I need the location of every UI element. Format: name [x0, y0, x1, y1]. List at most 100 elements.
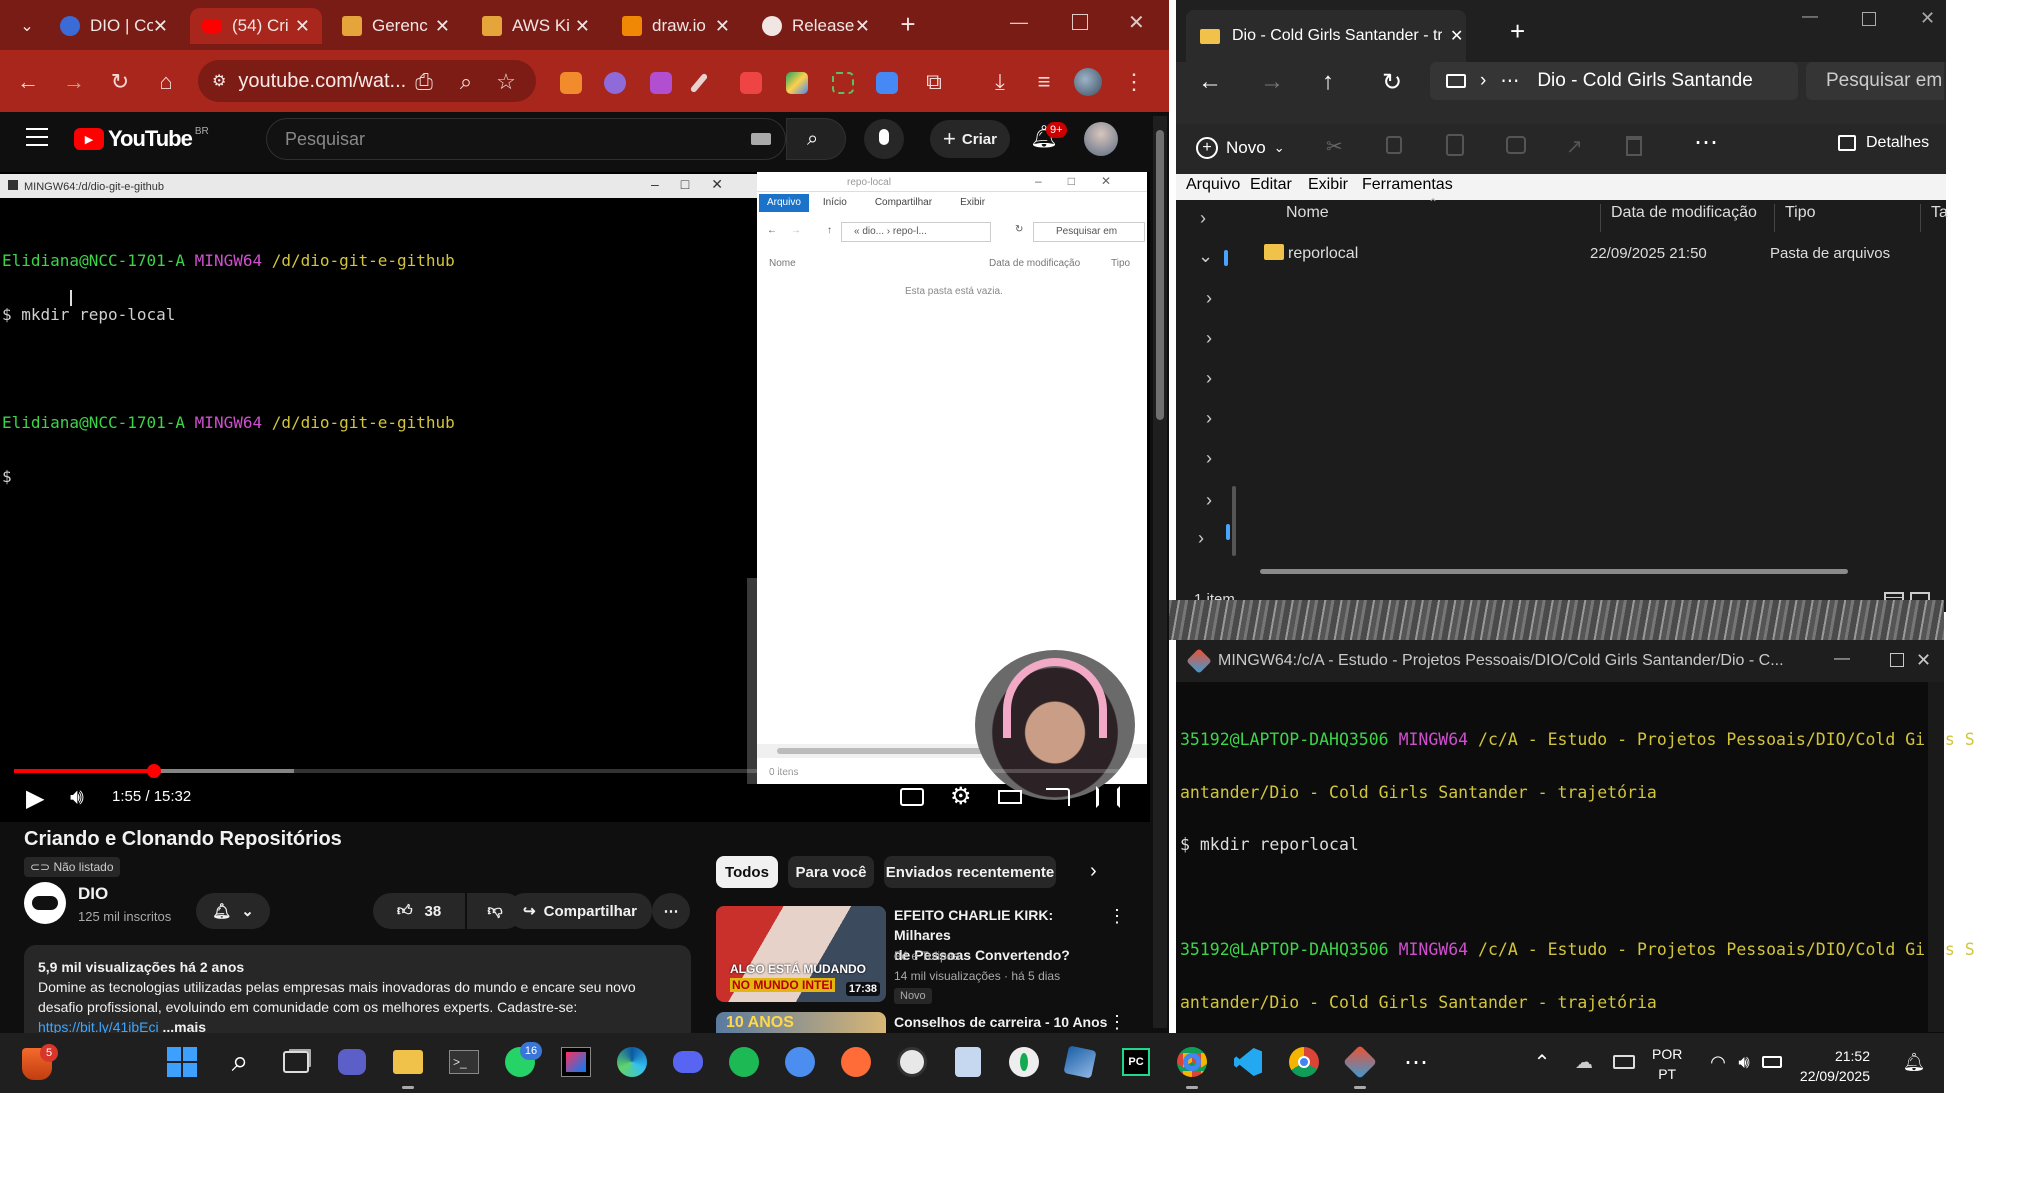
theater-mode-icon[interactable] [998, 790, 1022, 804]
chrome-menu-icon[interactable]: ⋮ [1120, 68, 1148, 96]
column-header-date[interactable]: Data de modificação [1600, 204, 1757, 232]
close-tab-icon[interactable]: ✕ [1450, 26, 1463, 46]
tab-aws-console[interactable]: Gerenc ✕ [330, 8, 462, 44]
site-info-icon[interactable]: ⚙ [212, 71, 226, 91]
media-control-icon[interactable]: ≡ [1030, 68, 1058, 96]
bookmark-star-icon[interactable]: ☆ [492, 68, 520, 96]
tab-search-button[interactable]: ⌄ [14, 14, 40, 40]
share-button[interactable]: ↪ Compartilhar [508, 893, 652, 929]
tab-youtube[interactable]: (54) Cri ✕ [190, 8, 322, 44]
onedrive-offline-icon[interactable]: ☁ [1566, 1044, 1602, 1080]
volume-icon[interactable]: 🔊︎ [70, 784, 84, 810]
share-icon[interactable]: ↗ [1566, 134, 1583, 159]
file-explorer-icon[interactable] [390, 1044, 426, 1080]
new-tab-button[interactable]: + [894, 10, 922, 38]
navigation-pane[interactable]: › ⌄ › › › › › › › [1176, 200, 1236, 590]
extension-icon[interactable] [650, 72, 672, 94]
cast-icon[interactable] [1046, 788, 1070, 806]
profile-avatar[interactable] [1074, 68, 1102, 96]
back-arrow-icon[interactable]: ← [1198, 68, 1222, 96]
ribbon-tab-home[interactable]: Início [809, 194, 861, 212]
explorer-search-box[interactable]: Pesquisar em D [1806, 62, 1944, 100]
close-tab-icon[interactable]: ✕ [295, 16, 310, 37]
column-header-name[interactable]: Nome [1286, 204, 1329, 222]
edge-icon[interactable] [614, 1044, 650, 1080]
channel-avatar[interactable] [24, 882, 66, 924]
virtualbox-icon[interactable] [1062, 1044, 1098, 1080]
play-button[interactable]: ▶ [26, 784, 44, 813]
address-bar[interactable]: ⚙ youtube.com/wat... [198, 60, 536, 102]
chip-recently-uploaded[interactable]: Enviados recentemente [884, 856, 1056, 888]
details-pane-button[interactable]: Detalhes [1838, 134, 1929, 152]
overflow-dots-icon[interactable]: ⋯ [1500, 70, 1519, 93]
new-item-button[interactable]: + Novo ⌄ [1196, 130, 1285, 166]
ribbon-tab-view[interactable]: Exibir [946, 194, 999, 212]
recommendation-menu-icon[interactable]: ⋮ [1108, 1012, 1126, 1033]
explorer-address-bar[interactable]: › ⋯ Dio - Cold Girls Santande [1430, 62, 1798, 100]
screenshot-icon[interactable] [832, 72, 854, 94]
task-view-icon[interactable] [278, 1044, 314, 1080]
google-drive-icon[interactable] [786, 72, 808, 94]
home-icon[interactable]: ⌂ [152, 68, 180, 96]
back-arrow-icon[interactable]: ← [14, 68, 42, 96]
menu-file[interactable]: Arquivo [1186, 176, 1240, 194]
close-tab-icon[interactable]: ✕ [435, 16, 450, 37]
recommendation-thumbnail[interactable]: 10 ANOS [716, 1012, 886, 1033]
download-icon[interactable]: ⤓ [986, 68, 1014, 96]
minimize-button[interactable]: — [1010, 12, 1028, 33]
close-window-button[interactable]: ✕ [1128, 10, 1145, 35]
menu-edit[interactable]: Editar [1250, 176, 1292, 194]
game-icon[interactable] [894, 1044, 930, 1080]
like-button[interactable]: 👍︎ 38 [373, 893, 465, 929]
fullscreen-icon[interactable] [1096, 786, 1120, 808]
chip-for-you[interactable]: Para você [788, 856, 874, 888]
page-scrollbar[interactable] [1153, 116, 1167, 1028]
explorer-tab[interactable]: Dio - Cold Girls Santander - tra ✕ [1186, 10, 1466, 62]
intellij-icon[interactable] [558, 1044, 594, 1080]
zoom-icon[interactable]: ⌕ [452, 68, 480, 96]
up-arrow-icon[interactable]: ↑ [827, 225, 832, 236]
close-tab-icon[interactable]: ✕ [153, 16, 168, 37]
reload-icon[interactable]: ↻ [106, 68, 134, 96]
notification-bell-icon[interactable]: 🔔︎ [1896, 1044, 1932, 1080]
forward-arrow-icon[interactable]: → [1260, 68, 1284, 96]
clock[interactable]: 21:52 22/09/2025 [1790, 1046, 1870, 1086]
close-tab-icon[interactable]: ✕ [855, 16, 870, 37]
language-indicator[interactable]: POR PT [1652, 1044, 1682, 1084]
voice-search-button[interactable] [864, 119, 904, 159]
ribbon-tab-file[interactable]: Arquivo [759, 194, 809, 212]
search-icon[interactable]: ⌕ [222, 1044, 258, 1080]
video-progress-scrubber[interactable] [147, 764, 161, 778]
file-row[interactable]: reporlocal 22/09/2025 21:50 Pasta de arq… [1246, 238, 1944, 270]
teams-icon[interactable] [782, 1044, 818, 1080]
translate-icon[interactable] [876, 72, 898, 94]
more-actions-button[interactable]: ⋯ [652, 893, 690, 929]
recommendation-thumbnail[interactable]: ALGO ESTÁ MUDANDO NO MUNDO INTEI 17:38 [716, 906, 886, 1002]
maximize-button[interactable] [1890, 653, 1904, 667]
mongodb-icon[interactable] [1006, 1044, 1042, 1080]
chrome-profile-icon[interactable] [1174, 1044, 1210, 1080]
terminal-icon[interactable]: >_ [446, 1044, 482, 1080]
new-tab-button[interactable]: + [1510, 16, 1525, 47]
column-header-type[interactable]: Tipo [1774, 204, 1816, 232]
extension-icon[interactable] [740, 72, 762, 94]
chrome-icon[interactable] [1286, 1044, 1322, 1080]
delete-trash-icon[interactable] [1626, 136, 1642, 156]
taskbar-overflow-icon[interactable]: ⋯ [1398, 1044, 1434, 1080]
hamburger-menu-icon[interactable] [26, 128, 48, 146]
copy-icon[interactable] [1386, 136, 1402, 154]
recommendation-title[interactable]: Conselhos de carreira - 10 Anos [894, 1014, 1107, 1030]
extension-icon[interactable] [560, 72, 582, 94]
close-tab-icon[interactable]: ✕ [575, 16, 590, 37]
show-hidden-icons-chevron[interactable]: ⌃ [1524, 1044, 1560, 1080]
minimize-button[interactable]: — [1802, 8, 1818, 26]
database-icon[interactable] [950, 1044, 986, 1080]
ribbon-tab-share[interactable]: Compartilhar [861, 194, 946, 212]
install-app-icon[interactable]: ⎙ [410, 68, 438, 96]
create-button[interactable]: + Criar [930, 120, 1010, 158]
menu-tools[interactable]: Ferramentas [1362, 176, 1453, 194]
chips-next-arrow-icon[interactable]: › [1090, 860, 1097, 883]
mingw-terminal-output[interactable]: 35192@LAPTOP-DAHQ3506 MINGW64 /c/A - Est… [1180, 696, 1975, 1081]
up-arrow-icon[interactable]: ↑ [1322, 68, 1334, 96]
search-box[interactable]: Pesquisar em [1033, 222, 1145, 242]
